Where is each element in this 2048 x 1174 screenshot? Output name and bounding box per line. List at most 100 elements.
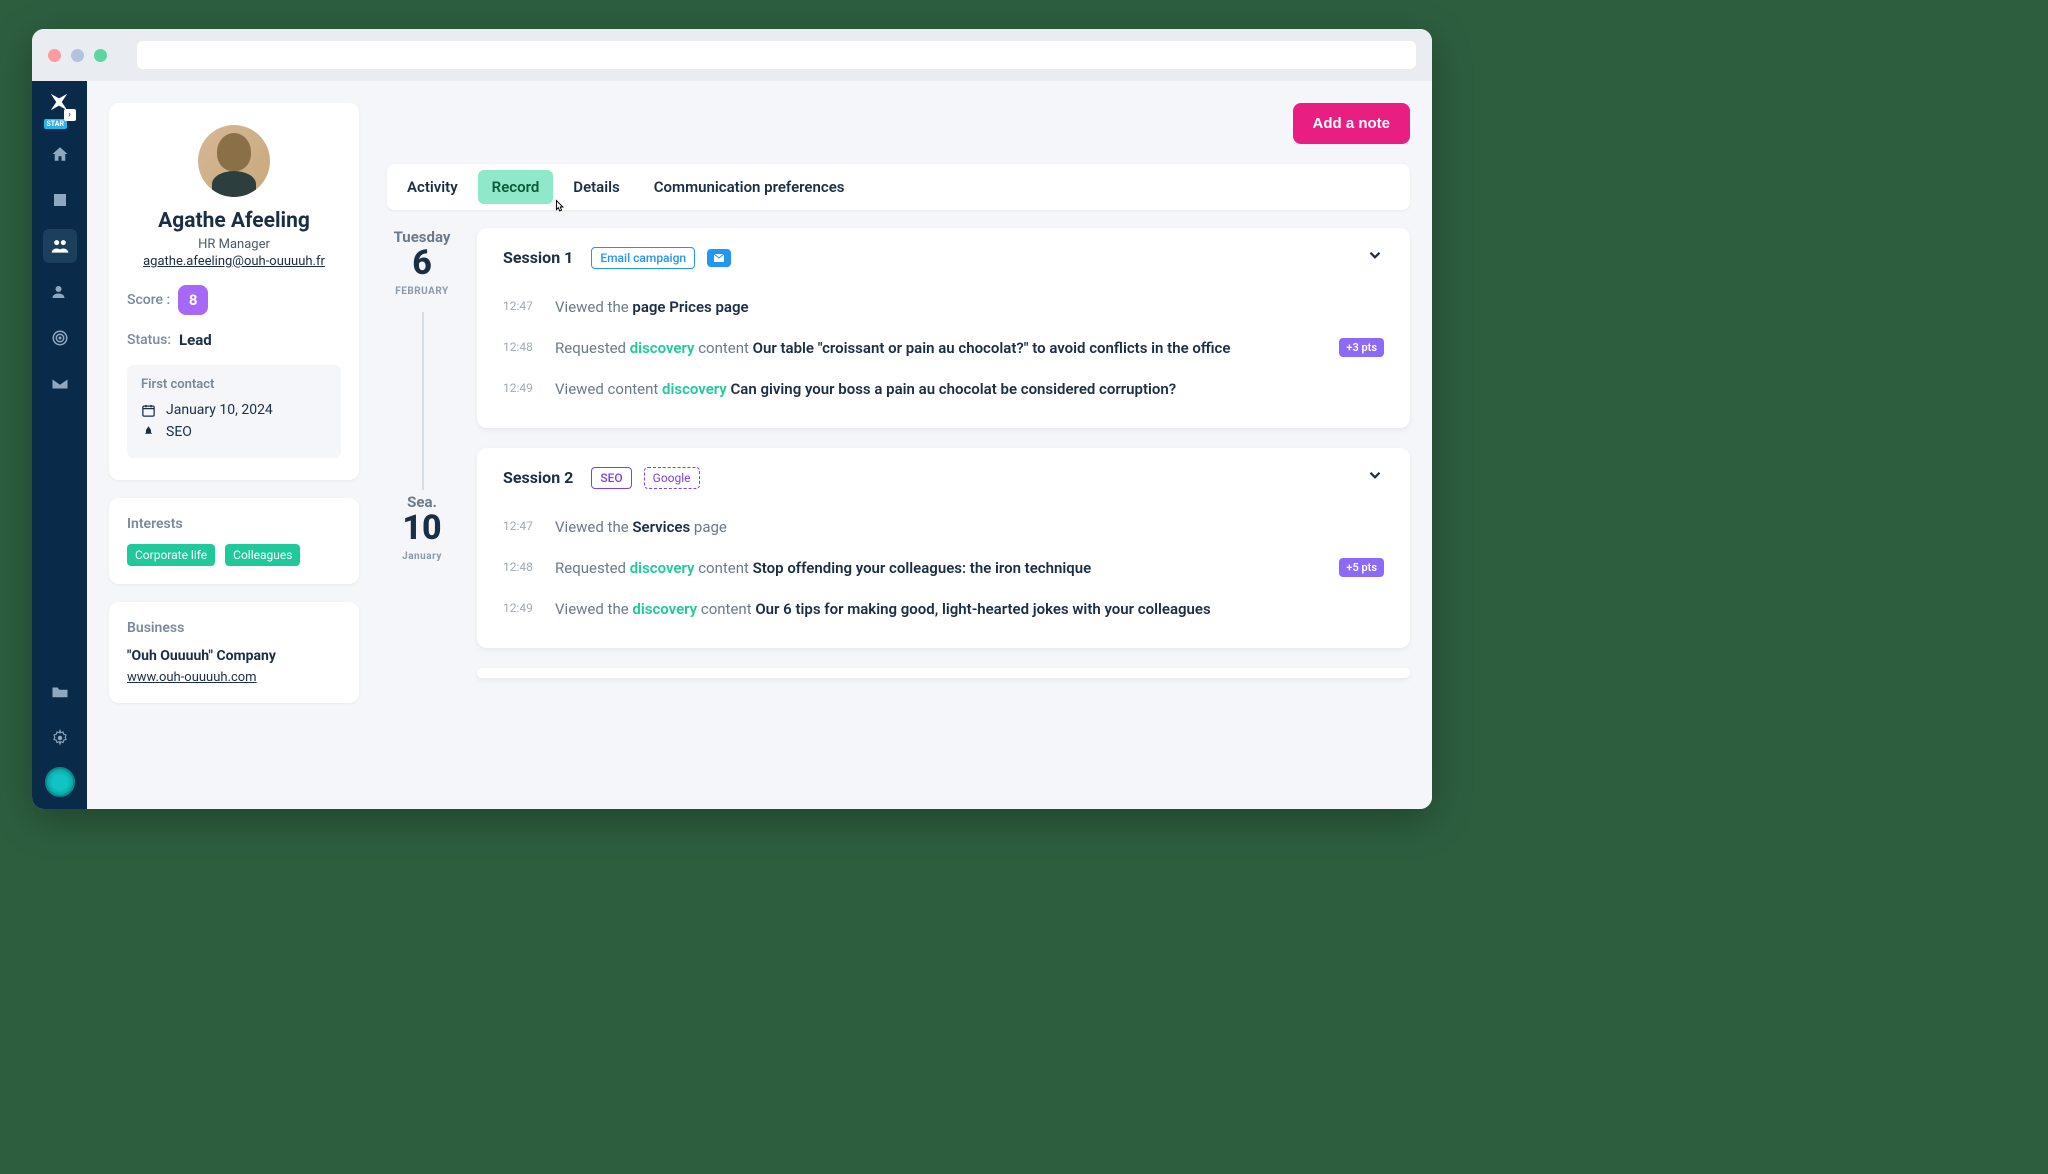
activity-time: 12:47 bbox=[503, 297, 537, 313]
nav-add-user[interactable] bbox=[43, 275, 77, 309]
points-badge: +3 pts bbox=[1339, 338, 1384, 357]
first-contact-date: January 10, 2024 bbox=[166, 402, 273, 418]
session-card: Session 2 SEO Google 12:47 bbox=[477, 448, 1410, 648]
session-body: 12:47 Viewed the page Prices page 12:48 … bbox=[477, 287, 1410, 428]
collapse-toggle[interactable] bbox=[1366, 246, 1384, 269]
nav-home[interactable] bbox=[43, 137, 77, 171]
first-contact-heading: First contact bbox=[141, 377, 327, 392]
session-header: Session 2 SEO Google bbox=[477, 448, 1410, 507]
target-icon bbox=[51, 329, 69, 347]
sidebar-expand-icon[interactable]: › bbox=[64, 109, 76, 121]
activity-time: 12:49 bbox=[503, 379, 537, 395]
activity-row: 12:49 Viewed content discovery Can givin… bbox=[503, 369, 1384, 410]
star-badge: STAR bbox=[44, 119, 67, 129]
date-block: Sea. 10 January bbox=[387, 493, 457, 562]
score-label: Score : bbox=[127, 292, 170, 308]
sessions-column: Session 1 Email campaign bbox=[477, 228, 1410, 787]
session-card: Session 1 Email campaign bbox=[477, 228, 1410, 428]
session-title: Session 1 bbox=[503, 248, 573, 267]
profile-card: Agathe Afeeling HR Manager agathe.afeeli… bbox=[109, 103, 359, 480]
business-url[interactable]: www.ouh-ouuuuh.com bbox=[127, 670, 341, 685]
contact-name: Agathe Afeeling bbox=[127, 209, 341, 233]
contact-avatar bbox=[198, 125, 270, 197]
date-day-number: 10 bbox=[387, 511, 457, 545]
maximize-dot[interactable] bbox=[94, 49, 107, 62]
points-badge: +5 pts bbox=[1339, 558, 1384, 577]
business-heading: Business bbox=[127, 620, 341, 636]
add-user-icon bbox=[51, 283, 69, 301]
calendar-icon bbox=[141, 403, 156, 418]
session-badge-seo: SEO bbox=[591, 467, 631, 489]
timeline-line bbox=[422, 312, 424, 490]
interest-tag[interactable]: Corporate life bbox=[127, 544, 215, 566]
interest-tag[interactable]: Colleagues bbox=[225, 544, 300, 566]
app-logo[interactable]: STAR › bbox=[50, 85, 70, 117]
activity-text: Requested discovery content Stop offendi… bbox=[555, 558, 1321, 579]
app-sidebar: STAR › bbox=[32, 81, 87, 809]
mail-icon bbox=[713, 253, 725, 263]
activity-text: Requested discovery content Our table "c… bbox=[555, 338, 1321, 359]
nav-contacts[interactable] bbox=[43, 229, 77, 263]
first-contact-box: First contact January 10, 2024 SEO bbox=[127, 365, 341, 458]
nav-folder[interactable] bbox=[43, 675, 77, 709]
activity-text: Viewed content discovery Can giving your… bbox=[555, 379, 1384, 400]
session-badge-email-campaign: Email campaign bbox=[591, 247, 695, 269]
chevron-down-icon bbox=[1366, 466, 1384, 484]
home-icon bbox=[51, 145, 69, 163]
activity-row: 12:48 Requested discovery content Our ta… bbox=[503, 328, 1384, 369]
book-icon bbox=[51, 191, 69, 209]
business-card: Business "Ouh Ouuuuh" Company www.ouh-ou… bbox=[109, 602, 359, 703]
activity-row: 12:47 Viewed the Services page bbox=[503, 507, 1384, 548]
session-title: Session 2 bbox=[503, 468, 573, 487]
activity-text: Viewed the Services page bbox=[555, 517, 1384, 538]
activity-row: 12:48 Requested discovery content Stop o… bbox=[503, 548, 1384, 589]
status-value: Lead bbox=[179, 331, 212, 349]
activity-time: 12:47 bbox=[503, 517, 537, 533]
user-avatar[interactable] bbox=[45, 767, 75, 797]
tab-record[interactable]: Record bbox=[478, 170, 554, 204]
browser-window: STAR › bbox=[32, 29, 1432, 809]
interests-card: Interests Corporate life Colleagues bbox=[109, 498, 359, 584]
score-badge: 8 bbox=[178, 285, 208, 315]
collapse-toggle[interactable] bbox=[1366, 466, 1384, 489]
contact-email[interactable]: agathe.afeeling@ouh-ouuuuh.fr bbox=[127, 254, 341, 269]
session-card-peek bbox=[477, 668, 1410, 678]
main-content: Agathe Afeeling HR Manager agathe.afeeli… bbox=[87, 81, 1432, 809]
business-name: "Ouh Ouuuuh" Company bbox=[127, 648, 341, 664]
add-note-button[interactable]: Add a note bbox=[1293, 103, 1411, 144]
profile-panel: Agathe Afeeling HR Manager agathe.afeeli… bbox=[109, 103, 359, 787]
nav-content[interactable] bbox=[43, 183, 77, 217]
pin-icon bbox=[141, 425, 156, 440]
tab-comm-prefs[interactable]: Communication preferences bbox=[640, 170, 859, 204]
cursor-icon bbox=[551, 198, 567, 220]
date-month: FEBRUARY bbox=[387, 286, 457, 297]
window-title-bar bbox=[32, 29, 1432, 81]
gear-icon bbox=[51, 729, 69, 747]
activity-text: Viewed the page Prices page bbox=[555, 297, 1384, 318]
activity-row: 12:47 Viewed the page Prices page bbox=[503, 287, 1384, 328]
nav-settings[interactable] bbox=[43, 721, 77, 755]
status-label: Status: bbox=[127, 332, 171, 348]
minimize-dot[interactable] bbox=[71, 49, 84, 62]
activity-content: Add a note Activity Record Details Commu… bbox=[387, 103, 1410, 787]
date-block: Tuesday 6 FEBRUARY bbox=[387, 228, 457, 297]
url-bar[interactable] bbox=[137, 41, 1416, 69]
nav-mail[interactable] bbox=[43, 367, 77, 401]
date-month: January bbox=[387, 551, 457, 562]
tab-details[interactable]: Details bbox=[559, 170, 633, 204]
session-badge-mail-icon bbox=[707, 249, 731, 267]
interests-heading: Interests bbox=[127, 516, 341, 532]
timeline: Tuesday 6 FEBRUARY Sea. 10 January bbox=[387, 228, 1410, 787]
mail-icon bbox=[51, 375, 69, 393]
activity-row: 12:49 Viewed the discovery content Our 6… bbox=[503, 589, 1384, 630]
folder-icon bbox=[51, 683, 69, 701]
date-day-number: 6 bbox=[387, 246, 457, 280]
close-dot[interactable] bbox=[48, 49, 61, 62]
contact-job-title: HR Manager bbox=[127, 237, 341, 252]
session-body: 12:47 Viewed the Services page 12:48 Req… bbox=[477, 507, 1410, 648]
tab-activity[interactable]: Activity bbox=[393, 170, 472, 204]
activity-time: 12:48 bbox=[503, 558, 537, 574]
nav-target[interactable] bbox=[43, 321, 77, 355]
first-contact-source: SEO bbox=[166, 424, 192, 440]
session-badge-google: Google bbox=[644, 467, 700, 489]
